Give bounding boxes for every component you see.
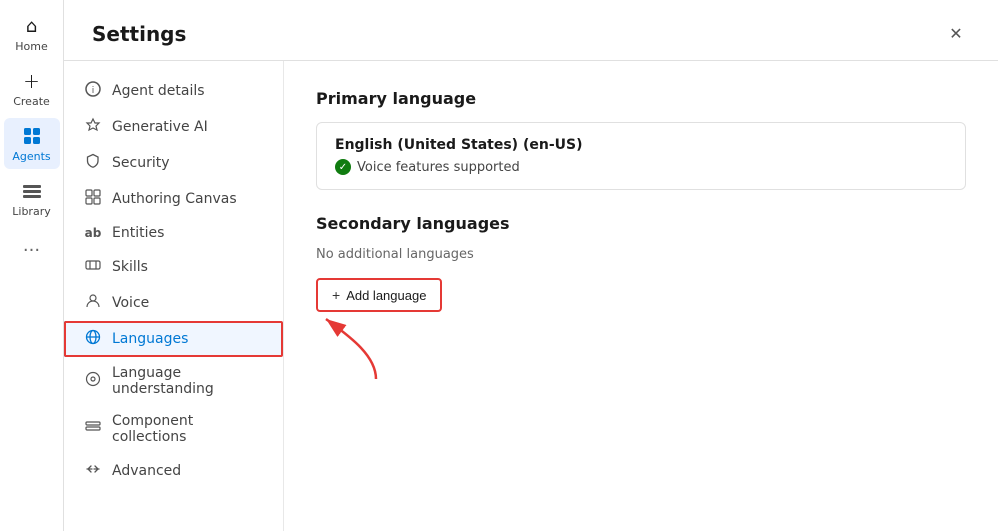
advanced-icon — [84, 461, 102, 481]
nav-item-library[interactable]: Library — [4, 173, 60, 224]
svg-text:i: i — [92, 86, 95, 96]
settings-modal: Settings ✕ i Agent details Generative AI — [64, 0, 998, 531]
sidebar-item-advanced[interactable]: Advanced — [64, 453, 283, 489]
sidebar-item-entities[interactable]: ab Entities — [64, 217, 283, 249]
sidebar-label-advanced: Advanced — [112, 463, 181, 479]
main-area: Settings ✕ i Agent details Generative AI — [64, 0, 998, 531]
add-language-button[interactable]: + Add language — [316, 278, 442, 312]
sidebar-label-generative-ai: Generative AI — [112, 119, 208, 135]
sidebar-label-languages: Languages — [112, 331, 188, 347]
primary-language-heading: Primary language — [316, 89, 966, 108]
sidebar-label-authoring-canvas: Authoring Canvas — [112, 191, 237, 207]
sidebar-item-generative-ai[interactable]: Generative AI — [64, 109, 283, 145]
nav-item-home[interactable]: ⌂ Home — [4, 8, 60, 59]
nav-label-home: Home — [15, 40, 47, 53]
sidebar-label-language-understanding: Language understanding — [112, 365, 263, 397]
nav-label-create: Create — [13, 95, 50, 108]
nav-item-create[interactable]: + Create — [4, 63, 60, 114]
annotation-arrow — [306, 314, 396, 384]
sidebar-item-component-collections[interactable]: Component collections — [64, 405, 283, 453]
settings-sidebar: i Agent details Generative AI Security — [64, 61, 284, 531]
nav-item-agents[interactable]: Agents — [4, 118, 60, 169]
sidebar-item-security[interactable]: Security — [64, 145, 283, 181]
languages-icon — [84, 329, 102, 349]
library-icon — [20, 179, 44, 203]
authoring-canvas-icon — [84, 189, 102, 209]
settings-title: Settings — [92, 22, 186, 46]
create-icon: + — [20, 69, 44, 93]
sidebar-item-agent-details[interactable]: i Agent details — [64, 73, 283, 109]
agent-details-icon: i — [84, 81, 102, 101]
skills-icon — [84, 257, 102, 277]
sidebar-item-languages[interactable]: Languages — [64, 321, 283, 357]
secondary-languages-section: Secondary languages No additional langua… — [316, 214, 966, 312]
security-icon — [84, 153, 102, 173]
component-collections-icon — [84, 419, 102, 439]
sidebar-label-security: Security — [112, 155, 170, 171]
sidebar-label-entities: Entities — [112, 225, 164, 241]
add-language-container: + Add language — [316, 278, 442, 312]
settings-content: Primary language English (United States)… — [284, 61, 998, 531]
home-icon: ⌂ — [20, 14, 44, 38]
agents-icon — [20, 124, 44, 148]
sidebar-item-skills[interactable]: Skills — [64, 249, 283, 285]
nav-label-library: Library — [12, 205, 50, 218]
primary-language-name: English (United States) (en-US) — [335, 137, 947, 153]
settings-body: i Agent details Generative AI Security — [64, 61, 998, 531]
entities-icon: ab — [84, 226, 102, 240]
sidebar-label-skills: Skills — [112, 259, 148, 275]
sidebar-label-voice: Voice — [112, 295, 149, 311]
sidebar-item-language-understanding[interactable]: Language understanding — [64, 357, 283, 405]
voice-icon — [84, 293, 102, 313]
sidebar-label-agent-details: Agent details — [112, 83, 205, 99]
check-icon: ✓ — [335, 159, 351, 175]
primary-language-card: English (United States) (en-US) ✓ Voice … — [316, 122, 966, 190]
settings-header: Settings ✕ — [64, 0, 998, 61]
close-button[interactable]: ✕ — [942, 20, 970, 48]
sidebar-label-component-collections: Component collections — [112, 413, 263, 445]
sidebar-item-authoring-canvas[interactable]: Authoring Canvas — [64, 181, 283, 217]
language-understanding-icon — [84, 371, 102, 391]
more-nav-button[interactable]: ··· — [15, 232, 48, 269]
voice-supported-label: Voice features supported — [357, 160, 520, 175]
nav-label-agents: Agents — [12, 150, 50, 163]
voice-supported-row: ✓ Voice features supported — [335, 159, 947, 175]
generative-ai-icon — [84, 117, 102, 137]
add-language-label: Add language — [346, 288, 426, 303]
plus-icon: + — [332, 287, 340, 303]
secondary-languages-heading: Secondary languages — [316, 214, 966, 233]
no-languages-label: No additional languages — [316, 247, 966, 262]
sidebar-item-voice[interactable]: Voice — [64, 285, 283, 321]
left-navigation: ⌂ Home + Create Agents Library ··· — [0, 0, 64, 531]
